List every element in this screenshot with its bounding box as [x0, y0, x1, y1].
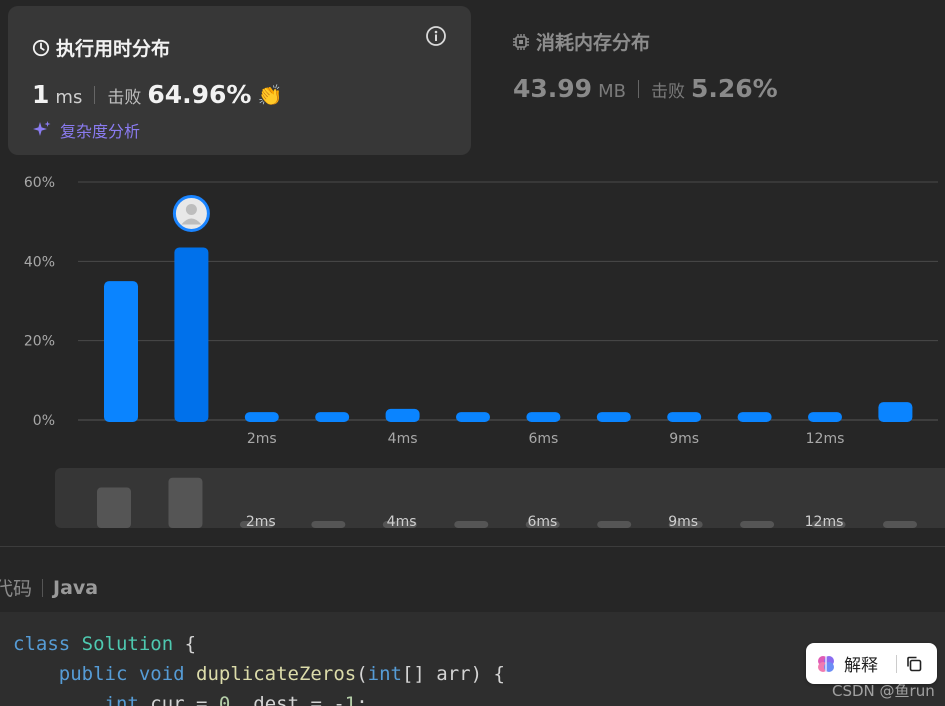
code-token: class — [13, 633, 82, 655]
brain-icon — [818, 655, 834, 672]
bar — [385, 408, 420, 422]
copy-icon[interactable] — [905, 655, 923, 673]
runtime-card[interactable]: 执行用时分布 1 ms 击败 64.96% 👏 复杂度分析 — [8, 6, 471, 155]
bar — [808, 412, 842, 422]
navigator-bar — [97, 487, 131, 528]
code-token: , dest = - — [230, 693, 345, 706]
navigator-bar — [454, 521, 489, 528]
memory-unit: MB — [598, 81, 626, 102]
y-tick-label: 0% — [33, 413, 55, 429]
y-tick-label: 60% — [24, 175, 55, 191]
code-header: 代码 Java — [0, 574, 98, 601]
runtime-beat-label: 击败 — [107, 88, 142, 108]
complexity-analysis-link[interactable]: 复杂度分析 — [32, 118, 140, 142]
sparkle-icon — [33, 121, 51, 136]
clock-icon — [32, 39, 50, 56]
code-token: 0 — [218, 693, 231, 706]
bar — [104, 281, 138, 422]
info-icon[interactable] — [425, 25, 447, 47]
code-line: class Solution { — [0, 629, 945, 659]
section-divider — [0, 546, 945, 547]
runtime-value: 1 — [32, 80, 50, 109]
navigator-tick-label: 4ms — [387, 514, 417, 530]
memory-beat-value: 5.26% — [690, 74, 778, 103]
bar — [315, 412, 350, 422]
code-token: ( — [356, 663, 368, 685]
code-block[interactable]: class Solution { public void duplicateZe… — [0, 612, 945, 706]
memory-title-text: 消耗内存分布 — [536, 32, 651, 54]
bar — [737, 412, 772, 422]
runtime-title-text: 执行用时分布 — [56, 38, 171, 60]
x-tick-label: 9ms — [669, 431, 699, 447]
watermark: CSDN @鱼run — [832, 682, 935, 700]
complexity-analysis-label: 复杂度分析 — [60, 122, 141, 141]
chip-icon — [513, 33, 529, 50]
navigator-tick-label: 12ms — [805, 514, 844, 530]
code-token: { — [173, 633, 197, 655]
code-language: Java — [53, 576, 99, 599]
code-token: int — [104, 693, 139, 706]
divider — [94, 85, 96, 104]
memory-title[interactable]: 消耗内存分布 — [512, 28, 650, 55]
bar — [244, 412, 279, 422]
divider — [637, 79, 639, 98]
memory-beat-label: 击败 — [650, 82, 685, 102]
bar — [456, 412, 490, 422]
code-token: ; — [356, 693, 368, 706]
avatar-head-icon — [185, 203, 197, 215]
divider — [42, 578, 44, 597]
code-token: public void — [58, 663, 197, 685]
x-tick-label: 6ms — [528, 431, 558, 447]
runtime-distribution-chart[interactable]: 60% 40% 20% 0% 2ms 4ms 6ms 9ms 12ms 2ms 4ms 6ms 9ms 1… — [0, 170, 945, 530]
code-token: cur = — [138, 693, 219, 706]
bar — [596, 412, 631, 422]
x-tick-label: 2ms — [247, 431, 277, 447]
divider — [896, 654, 897, 673]
code-line: int cur = 0, dest = -1; — [0, 689, 945, 706]
explain-toolbar[interactable]: 解释 — [806, 643, 937, 684]
explain-button[interactable]: 解释 — [844, 651, 878, 676]
code-token: duplicateZeros — [196, 663, 357, 685]
code-token: Solution — [81, 633, 174, 655]
navigator-bar — [740, 521, 775, 528]
runtime-stats: 1 ms 击败 64.96% 👏 — [32, 80, 282, 109]
runtime-unit: ms — [55, 87, 83, 108]
navigator-tick-label: 9ms — [668, 514, 698, 530]
clapping-hands-icon: 👏 — [257, 82, 283, 107]
code-line: public void duplicateZeros(int[] arr) { — [0, 659, 945, 689]
navigator-bar — [883, 521, 918, 528]
bar — [878, 402, 913, 422]
navigator-tick-label: 6ms — [527, 514, 557, 530]
bar — [526, 412, 561, 422]
bar — [667, 412, 702, 422]
y-tick-label: 20% — [24, 334, 55, 350]
x-tick-label: 4ms — [388, 431, 418, 447]
navigator-bar — [597, 521, 632, 528]
code-token: [] arr) { — [401, 663, 505, 685]
code-token: int — [367, 663, 402, 685]
runtime-title: 执行用时分布 — [32, 34, 170, 61]
x-tick-label: 12ms — [806, 431, 845, 447]
y-tick-label: 40% — [24, 254, 55, 270]
memory-value: 43.99 — [513, 74, 593, 103]
navigator-tick-label: 2ms — [246, 514, 276, 530]
navigator-bar — [168, 477, 203, 528]
bar-your-submission — [174, 247, 209, 422]
code-title: 代码 — [0, 578, 33, 600]
navigator-bar — [311, 521, 346, 528]
code-token: 1 — [344, 693, 357, 706]
runtime-beat-value: 64.96% — [147, 80, 252, 109]
memory-stats: 43.99 MB 击败 5.26% — [513, 74, 778, 103]
